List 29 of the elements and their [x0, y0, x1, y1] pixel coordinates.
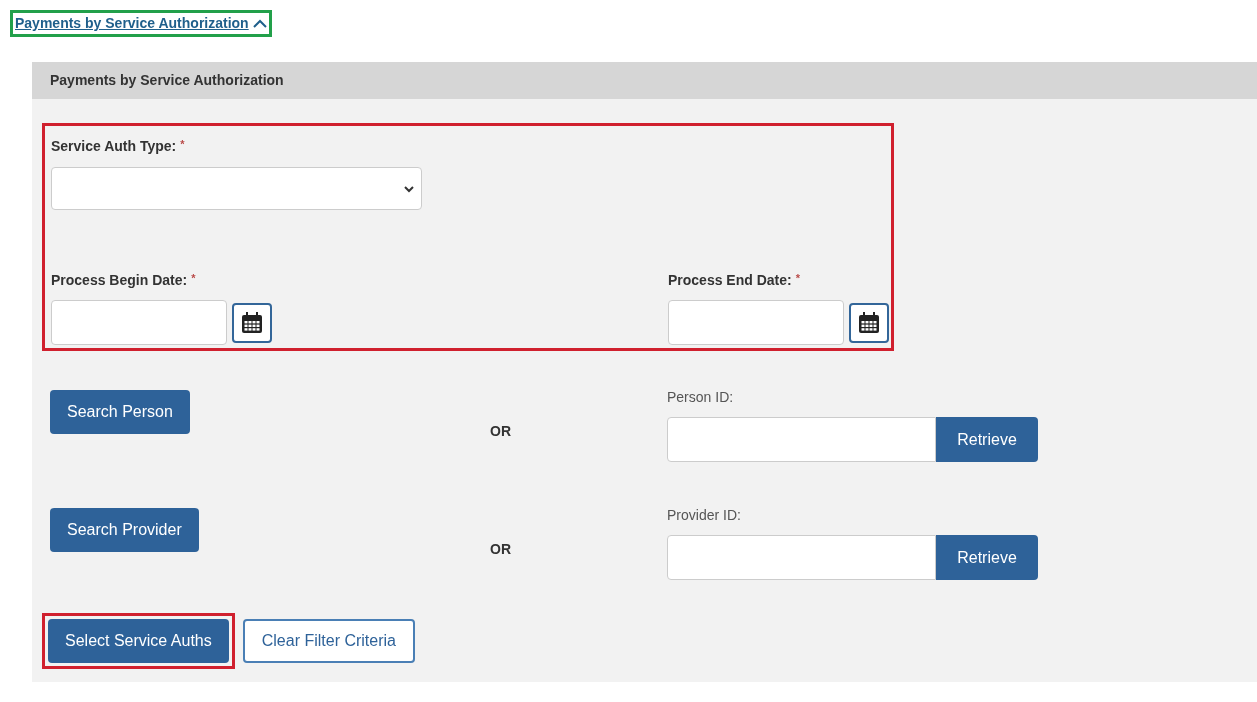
id-label: Provider ID: — [667, 506, 742, 525]
required-mark: * — [795, 271, 800, 286]
required-mark: * — [191, 271, 196, 286]
calendar-icon — [240, 310, 264, 335]
end-date-field[interactable] — [668, 300, 844, 345]
calendar-button[interactable] — [849, 302, 889, 343]
id-field[interactable] — [667, 535, 936, 580]
field-label: Service Auth Type: — [51, 137, 177, 156]
field-label: Process End Date: — [668, 271, 792, 290]
retrieve-button[interactable]: Retrieve — [936, 417, 1038, 462]
search-button[interactable]: Search Provider — [50, 508, 199, 552]
chevron-down-icon — [403, 184, 415, 193]
id-label: Person ID: — [667, 388, 735, 407]
or-label: OR — [490, 423, 511, 439]
clear-button[interactable]: Clear Filter Criteria — [242, 619, 415, 663]
id-field[interactable] — [667, 417, 936, 462]
field-label: Process Begin Date: — [51, 271, 188, 290]
panel-title: Payments by Service Authorization — [50, 71, 284, 90]
chevron-up-icon — [252, 18, 267, 29]
select-button[interactable]: Select Service Auths — [48, 619, 229, 663]
calendar-icon — [857, 310, 881, 335]
required-mark: * — [180, 137, 185, 152]
or-label: OR — [490, 541, 511, 557]
search-button[interactable]: Search Person — [50, 390, 190, 434]
begin-date-field[interactable] — [51, 300, 227, 345]
section-toggle-link[interactable]: Payments by Service Authorization — [10, 10, 272, 37]
calendar-button[interactable] — [232, 302, 272, 343]
retrieve-button[interactable]: Retrieve — [936, 535, 1038, 580]
service-auth-type-select[interactable] — [51, 167, 422, 210]
